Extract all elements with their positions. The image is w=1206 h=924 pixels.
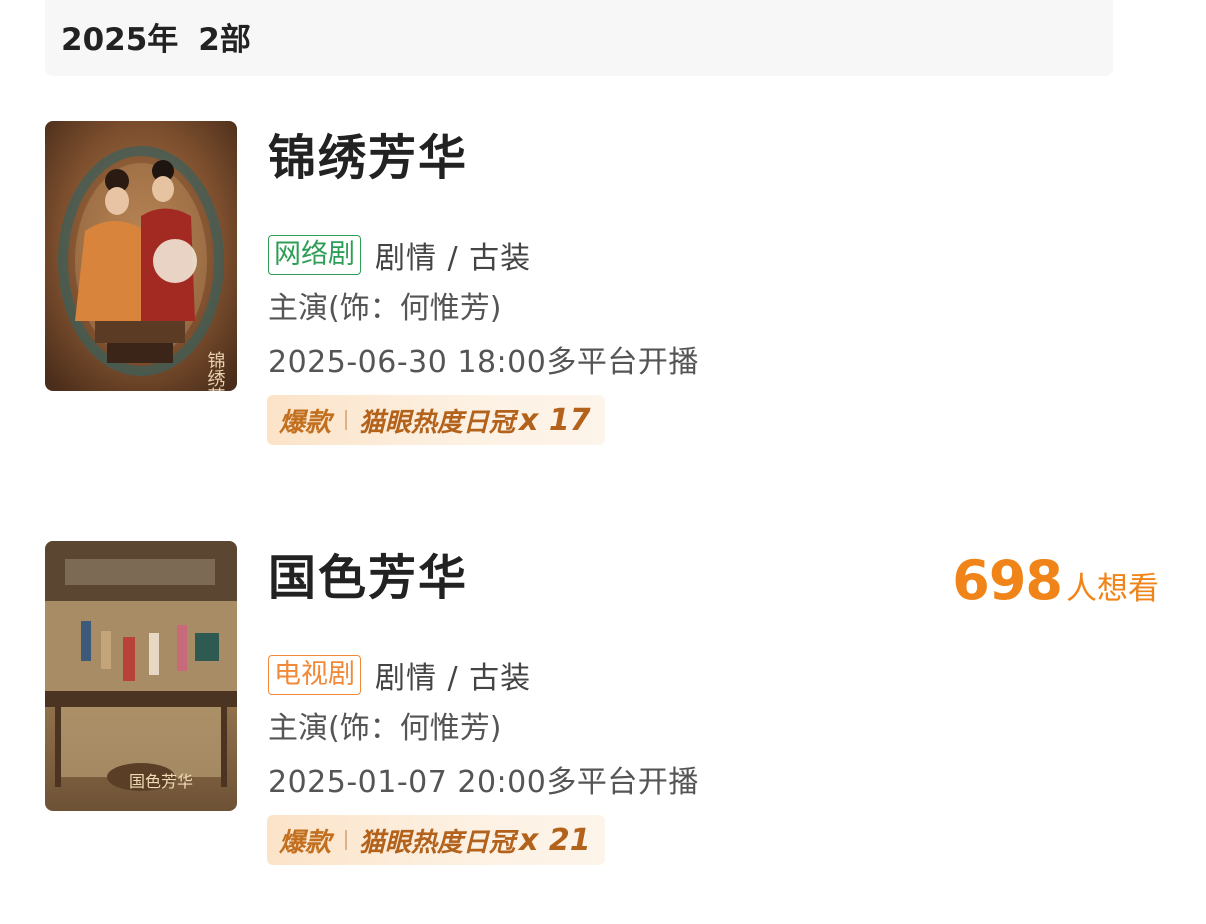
work-title[interactable]: 锦绣芳华: [268, 127, 468, 189]
release-info-text: 2025-06-30 18:00多平台开播: [268, 345, 699, 380]
want-count: 698: [952, 549, 1063, 612]
poster-title-text: 国色芳华: [129, 772, 193, 791]
year-label: 2025年: [61, 21, 179, 58]
poster-title-text: 锦绣芳华: [205, 351, 226, 391]
genre-text: 剧情 / 古装: [375, 241, 532, 276]
badge-hot-label: 爆款: [279, 827, 332, 858]
cast-role-text: 主演(饰：何惟芳): [268, 291, 502, 326]
type-tag-web-series: 网络剧: [268, 235, 361, 275]
want-to-watch: 698 人想看: [952, 549, 1159, 612]
work-list-item[interactable]: 锦绣芳华 锦绣芳华 网络剧 剧情 / 古装 主演(饰：何惟芳) 2025-06-…: [45, 121, 1165, 451]
hot-rank-badge[interactable]: 爆款 猫眼热度日冠 x 21: [267, 815, 605, 865]
cast-role-text: 主演(饰：何惟芳): [268, 711, 502, 746]
type-tag-tv-series: 电视剧: [268, 655, 361, 695]
badge-divider: [345, 410, 348, 430]
badge-hot-label: 爆款: [279, 407, 332, 438]
badge-rank-label: 猫眼热度日冠: [359, 827, 516, 858]
hot-rank-badge[interactable]: 爆款 猫眼热度日冠 x 17: [267, 395, 605, 445]
genre-text: 剧情 / 古装: [375, 661, 532, 696]
poster-image[interactable]: 国色芳华: [45, 541, 237, 811]
badge-rank-label: 猫眼热度日冠: [359, 407, 516, 438]
year-section-header[interactable]: 2025年 2部: [45, 0, 1113, 76]
works-count: 2部: [198, 21, 251, 58]
type-genre-row: 网络剧 剧情 / 古装: [268, 233, 531, 277]
poster-image[interactable]: 锦绣芳华: [45, 121, 237, 391]
badge-rank-count: x 21: [519, 822, 591, 858]
release-info-text: 2025-01-07 20:00多平台开播: [268, 765, 699, 800]
want-label: 人想看: [1066, 571, 1159, 607]
work-title[interactable]: 国色芳华: [268, 547, 468, 609]
type-genre-row: 电视剧 剧情 / 古装: [268, 653, 531, 697]
work-list-item[interactable]: 国色芳华 国色芳华 698 人想看 电视剧 剧情 / 古装 主演(饰：何惟芳) …: [45, 541, 1165, 871]
badge-rank-count: x 17: [519, 402, 591, 438]
badge-divider: [345, 830, 348, 850]
